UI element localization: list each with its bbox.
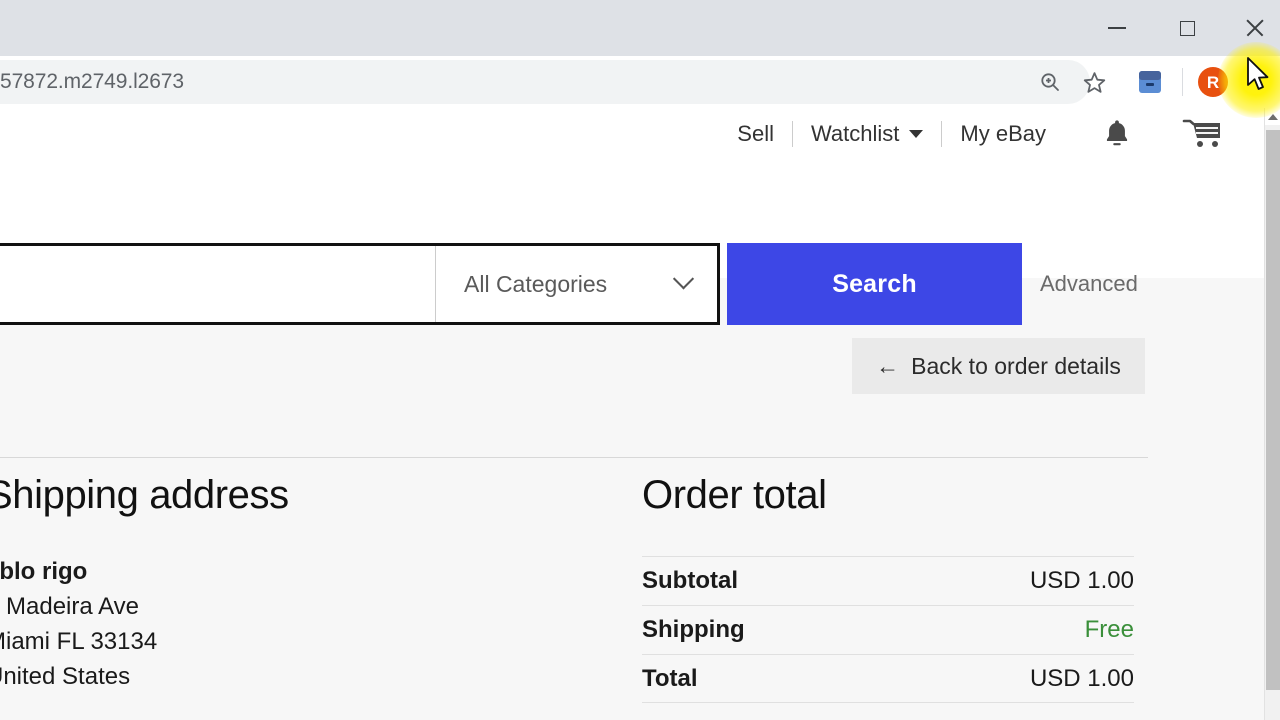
order-total-table: Subtotal USD 1.00 Shipping Free Total US… — [642, 556, 1134, 703]
section-divider — [0, 457, 1148, 458]
page-viewport: Sell Watchlist My eBay All Categories Se… — [0, 108, 1264, 720]
shipping-label: Shipping — [642, 616, 745, 643]
page-scrollbar[interactable] — [1264, 108, 1280, 720]
address-line-country: United States — [0, 663, 131, 690]
category-label: All Categories — [464, 270, 608, 297]
nav-link-my-ebay[interactable]: My eBay — [942, 121, 1064, 147]
close-icon — [1245, 18, 1265, 38]
bell-icon — [1106, 120, 1128, 146]
total-label: Total — [642, 664, 698, 692]
subtotal-label: Subtotal — [642, 567, 738, 594]
nav-link-sell[interactable]: Sell — [719, 121, 792, 147]
shipping-value: Free — [1084, 616, 1134, 643]
chevron-up-icon — [1267, 113, 1278, 120]
shipping-address-lines: ablo rigo 3 Madeira Ave Miami FL 33134 U… — [0, 554, 606, 694]
window-title-bar — [0, 0, 1280, 56]
ebay-top-nav: Sell Watchlist My eBay — [0, 108, 1264, 160]
left-arrow-icon: ← — [876, 352, 900, 379]
url-text: 57872.m2749.l2673 — [0, 70, 184, 93]
back-button-label: Back to order details — [911, 352, 1121, 379]
notifications-button[interactable] — [1064, 117, 1160, 151]
scrollbar-thumb[interactable] — [1266, 130, 1280, 690]
table-row: Subtotal USD 1.00 — [642, 556, 1134, 605]
search-input[interactable] — [0, 246, 435, 322]
browser-window: 57872.m2749.l2673 R Sell Watchlist My eB… — [0, 0, 1280, 720]
address-line-city-state-zip: Miami FL 33134 — [0, 628, 158, 655]
bookmark-star-icon[interactable] — [1074, 56, 1114, 108]
toolbar-divider — [1182, 68, 1183, 96]
maximize-button[interactable] — [1164, 0, 1210, 56]
category-dropdown[interactable]: All Categories — [435, 246, 717, 322]
scroll-up-button[interactable] — [1265, 108, 1280, 125]
table-row: Total USD 1.00 — [642, 654, 1134, 703]
address-line-name: ablo rigo — [0, 558, 88, 585]
table-row: Shipping Free — [642, 605, 1134, 654]
zoom-in-icon[interactable] — [1030, 56, 1070, 108]
address-bar[interactable]: 57872.m2749.l2673 — [0, 60, 1090, 104]
cart-button[interactable] — [1160, 117, 1264, 151]
address-line-street: 3 Madeira Ave — [0, 593, 139, 620]
mouse-cursor — [1246, 56, 1272, 99]
shipping-address-heading: Shipping address — [0, 473, 289, 517]
minimize-icon — [1108, 27, 1126, 29]
search-box: All Categories — [0, 243, 720, 325]
search-button-label: Search — [832, 269, 917, 298]
advanced-search-link[interactable]: Advanced — [1040, 243, 1138, 325]
minimize-button[interactable] — [1094, 0, 1140, 56]
order-total-heading: Order total — [642, 473, 827, 517]
nav-link-watchlist[interactable]: Watchlist — [793, 121, 941, 147]
extension-icon[interactable] — [1128, 56, 1172, 108]
chevron-down-icon — [909, 130, 924, 138]
chevron-down-icon — [672, 267, 695, 289]
watchlist-label: Watchlist — [810, 121, 900, 146]
back-to-order-details-button[interactable]: ← Back to order details — [852, 338, 1145, 394]
avatar-initial: R — [1206, 72, 1220, 92]
order-total-section: Order total Subtotal USD 1.00 Shipping F… — [642, 473, 1148, 703]
maximize-icon — [1179, 20, 1195, 36]
search-button[interactable]: Search — [727, 243, 1022, 325]
subtotal-value: USD 1.00 — [1029, 567, 1134, 594]
total-value: USD 1.00 — [1029, 664, 1134, 692]
cart-icon — [1182, 119, 1220, 147]
avatar[interactable]: R — [1198, 67, 1228, 97]
shipping-address-section: Shipping address ablo rigo 3 Madeira Ave… — [0, 473, 606, 694]
close-button[interactable] — [1232, 0, 1278, 56]
